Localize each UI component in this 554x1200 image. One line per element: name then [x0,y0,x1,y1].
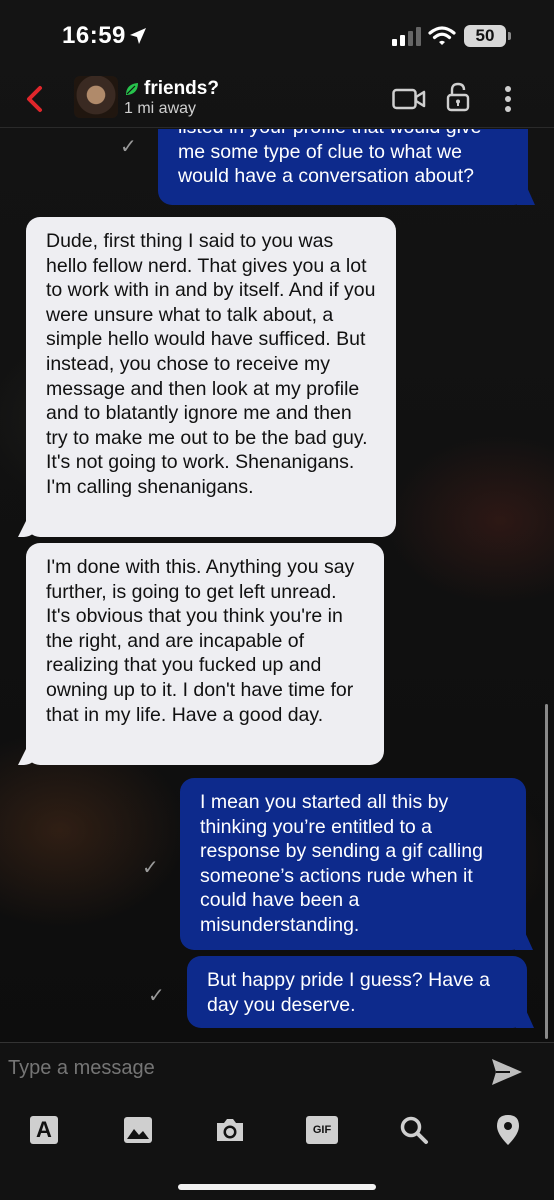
scrollbar[interactable] [545,704,548,1039]
avatar[interactable] [74,76,118,118]
message-text: I mean you started all this by thinking … [200,791,483,936]
more-vertical-icon[interactable] [498,84,518,114]
chat-distance: 1 mi away [124,100,197,117]
message-input[interactable] [8,1053,468,1083]
message-outgoing[interactable]: listed in your profile that would give m… [158,129,528,205]
gif-icon[interactable]: GIF [304,1112,340,1148]
message-incoming[interactable]: I'm done with this. Anything you say fur… [26,543,384,765]
message-outgoing[interactable]: I mean you started all this by thinking … [180,778,526,950]
location-pin-icon[interactable] [490,1112,526,1148]
send-icon[interactable] [490,1057,524,1087]
status-time: 16:59 [62,22,126,49]
sent-checkmark: ✓ [148,985,165,1007]
message-text: Dude, first thing I said to you was hell… [46,230,376,498]
signal-icon [392,26,421,46]
message-text: But happy pride I guess? Have a day you … [207,969,490,1016]
camera-icon[interactable] [212,1112,248,1148]
battery-icon: 50 [464,25,511,47]
video-camera-icon[interactable] [392,87,426,111]
leaf-icon [126,83,138,95]
message-incoming[interactable]: Dude, first thing I said to you was hell… [26,217,396,537]
home-indicator[interactable] [178,1184,376,1190]
lock-icon[interactable] [446,82,470,112]
text-format-icon[interactable]: A [26,1112,62,1148]
chat-title[interactable]: friends? [124,78,219,100]
search-icon[interactable] [396,1112,432,1148]
sent-checkmark: ✓ [120,136,137,158]
wifi-icon [428,26,456,45]
location-arrow-icon [130,28,146,44]
chat-header: friends? 1 mi away [0,74,554,128]
composer-bar [0,1042,554,1094]
chat-name: friends? [144,78,219,99]
image-gallery-icon[interactable] [120,1112,156,1148]
message-text: listed in your profile that would give m… [178,129,482,188]
back-chevron-icon[interactable] [22,84,48,114]
sent-checkmark: ✓ [142,857,159,879]
message-outgoing[interactable]: But happy pride I guess? Have a day you … [187,956,527,1028]
message-list[interactable]: ✓ listed in your profile that would give… [0,129,554,1041]
status-bar: 16:59 50 [0,0,554,74]
message-text: I'm done with this. Anything you say fur… [46,556,355,726]
